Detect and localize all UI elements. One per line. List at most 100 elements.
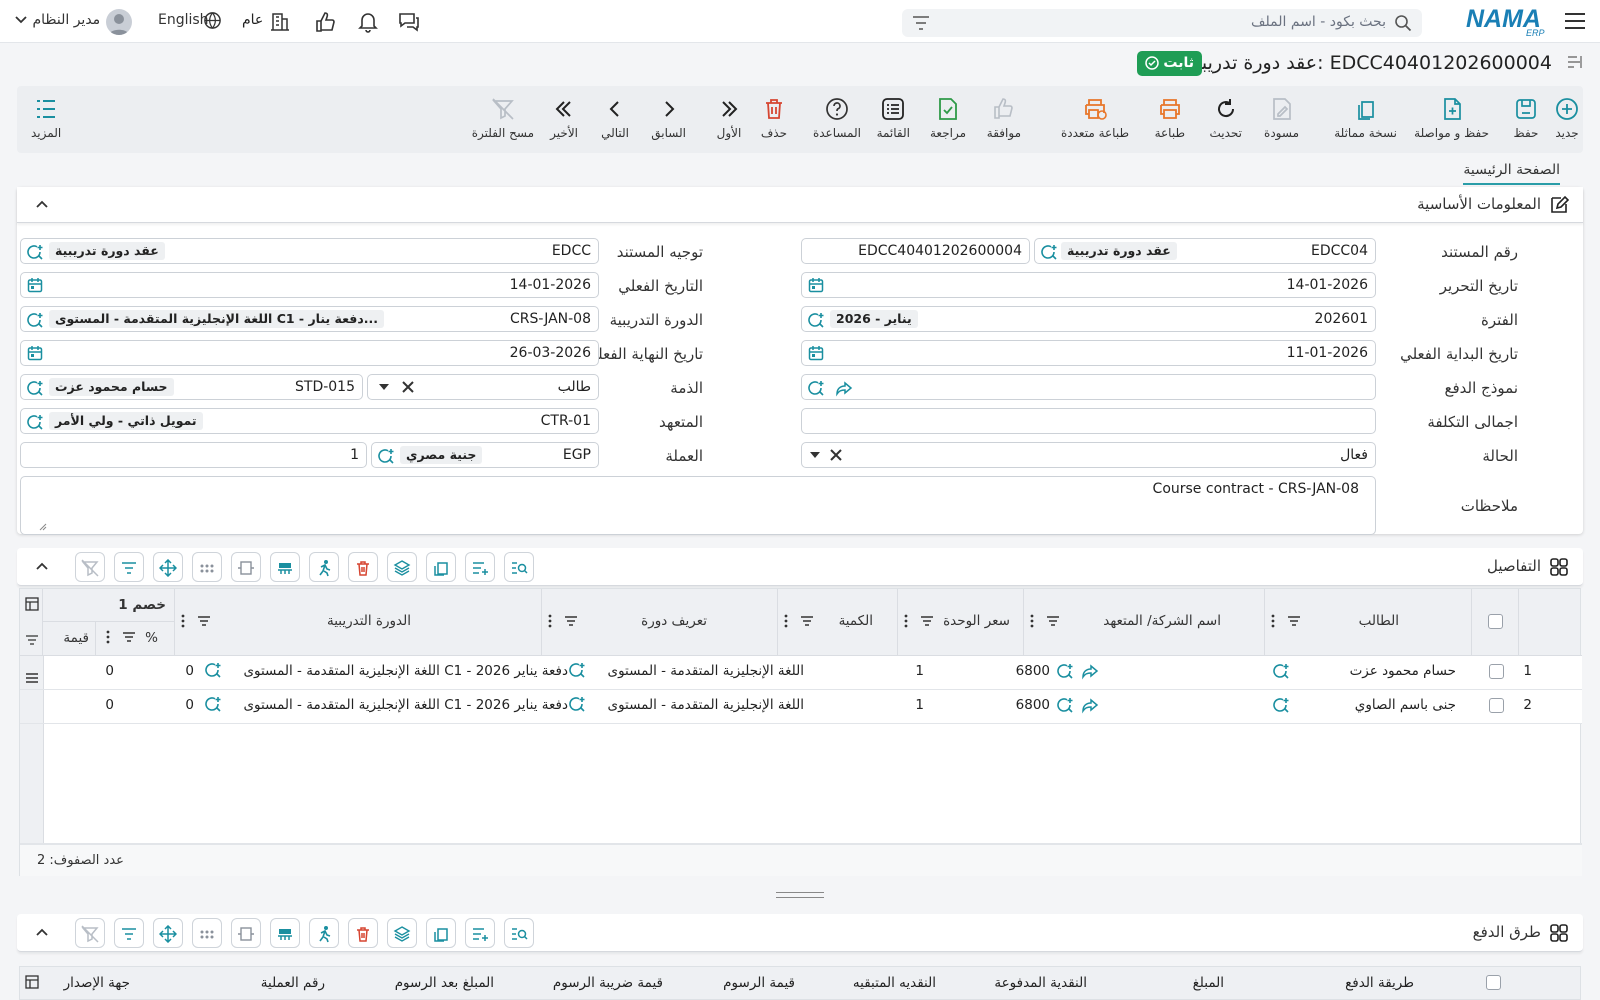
run-icon[interactable]	[309, 552, 339, 582]
save-button[interactable]: حفظ	[1513, 96, 1539, 140]
search-rows-icon[interactable]	[504, 552, 534, 582]
filter-icon[interactable]	[800, 615, 814, 627]
dropdown-icon[interactable]	[809, 451, 821, 459]
layers-icon[interactable]	[387, 918, 417, 948]
general-label[interactable]: عام	[242, 12, 263, 28]
col-amount-after-fees[interactable]: المبلغ بعد الرسوم	[395, 975, 494, 991]
group-icon[interactable]	[270, 552, 300, 582]
lookup-icon[interactable]	[26, 311, 44, 329]
row-checkbox[interactable]	[1489, 698, 1504, 713]
language-switch[interactable]: English	[158, 12, 209, 28]
doc-number-field[interactable]: EDCC40401202600004	[801, 238, 1030, 264]
save-continue-button[interactable]: حفظ و مواصلة	[1414, 96, 1489, 140]
add-row-icon[interactable]	[465, 918, 495, 948]
lookup-icon[interactable]	[1040, 243, 1058, 261]
refresh-button[interactable]: تحديث	[1209, 96, 1242, 140]
col-remaining-cash[interactable]: النقديه المتبقيه	[853, 975, 936, 991]
col-transaction-no[interactable]: رقم العملية	[261, 975, 325, 991]
lookup-icon[interactable]	[1272, 696, 1290, 714]
copy-row-icon[interactable]	[426, 552, 456, 582]
run-icon[interactable]	[309, 918, 339, 948]
draft-button[interactable]: مسودة	[1264, 96, 1299, 140]
col-student[interactable]: الطالب	[1264, 589, 1471, 655]
contractor-field[interactable]: CTR-01 تمويل ذاتي - ولي الأمر	[20, 408, 599, 434]
clear-icon[interactable]	[401, 380, 415, 394]
duplicate-button[interactable]: نسخة مماثلة	[1334, 96, 1397, 140]
doc-code-field[interactable]: EDCC04 عقد دورة تدريبية	[1034, 238, 1376, 264]
filter-icon[interactable]	[564, 615, 578, 627]
col-course[interactable]: الدورة التدريبية	[174, 589, 541, 655]
copy-row-icon[interactable]	[426, 918, 456, 948]
lookup-icon[interactable]	[26, 243, 44, 261]
filter-icon[interactable]	[114, 552, 144, 582]
thumbs-up-icon[interactable]	[314, 11, 336, 33]
lookup-icon[interactable]	[807, 379, 825, 397]
col-discount-pct[interactable]: %	[95, 622, 174, 655]
notes-textarea[interactable]: Course contract - CRS-JAN-08	[20, 476, 1376, 535]
lookup-icon[interactable]	[1056, 696, 1074, 714]
actual-end-field[interactable]: 26-03-2026	[20, 340, 599, 366]
payment-model-field[interactable]	[801, 374, 1376, 400]
total-cost-field[interactable]	[801, 408, 1376, 434]
print-button[interactable]: طباعة	[1155, 96, 1185, 140]
clear-filter-icon[interactable]	[75, 552, 105, 582]
kebab-icon[interactable]	[181, 614, 185, 628]
lookup-icon[interactable]	[568, 695, 586, 713]
chevron-up-icon[interactable]	[35, 927, 49, 937]
user-menu[interactable]: مدير النظام	[14, 12, 100, 28]
table-row[interactable]: 1 حسام محمود عزت 6800 1 اللغة الإنجليزية…	[44, 656, 1582, 689]
share-icon[interactable]	[1081, 662, 1099, 680]
exchange-rate-field[interactable]: 1	[20, 442, 367, 468]
row-checkbox[interactable]	[1489, 664, 1504, 679]
resize-handle-icon[interactable]	[39, 523, 47, 531]
issue-date-field[interactable]: 14-01-2026	[801, 272, 1376, 298]
dots-grid-icon[interactable]	[192, 552, 222, 582]
calendar-icon[interactable]	[808, 345, 824, 361]
table-row[interactable]: 2 جنى باسم الصاوي 6800 1 اللغة الإنجليزي…	[44, 690, 1582, 723]
calendar-icon[interactable]	[808, 277, 824, 293]
chevron-up-icon[interactable]	[35, 561, 49, 571]
lookup-icon[interactable]	[26, 413, 44, 431]
chevron-up-icon[interactable]	[35, 199, 49, 209]
lookup-icon[interactable]	[1272, 662, 1290, 680]
clear-filter-icon[interactable]	[75, 918, 105, 948]
col-amount[interactable]: المبلغ	[1193, 975, 1224, 991]
dropdown-icon[interactable]	[378, 383, 390, 391]
lookup-icon[interactable]	[377, 447, 395, 465]
table-icon[interactable]	[25, 597, 39, 611]
previous-button[interactable]: السابق	[651, 96, 686, 140]
filter-icon[interactable]	[122, 631, 136, 643]
lookup-icon[interactable]	[204, 661, 222, 679]
share-icon[interactable]	[835, 379, 853, 397]
more-button[interactable]: المزيد	[31, 96, 61, 140]
layers-icon[interactable]	[387, 552, 417, 582]
kebab-icon[interactable]	[548, 614, 552, 628]
avatar[interactable]	[106, 9, 132, 35]
col-course-def[interactable]: تعريف دورة	[541, 589, 777, 655]
delete-row-icon[interactable]	[348, 918, 378, 948]
chat-icon[interactable]	[398, 11, 420, 33]
lookup-icon[interactable]	[26, 379, 44, 397]
currency-field[interactable]: EGP جنية مصري	[371, 442, 599, 468]
group-icon[interactable]	[270, 918, 300, 948]
approve-button[interactable]: موافقة	[987, 96, 1021, 140]
next-button[interactable]: التالي	[601, 96, 629, 140]
move-icon[interactable]	[153, 552, 183, 582]
select-all-checkbox[interactable]	[1486, 975, 1501, 990]
sort-icon[interactable]	[1566, 54, 1584, 70]
actual-start-field[interactable]: 11-01-2026	[801, 340, 1376, 366]
panel-resize-handle[interactable]	[776, 892, 824, 898]
logo[interactable]: NAMA ERP	[1466, 5, 1552, 37]
period-field[interactable]: 202601 2026 - يناير	[801, 306, 1376, 332]
liability-type-select[interactable]: طالب	[367, 374, 599, 400]
clear-icon[interactable]	[829, 448, 843, 462]
status-select[interactable]: فعال	[801, 442, 1376, 468]
liability-field[interactable]: STD-015 حسام محمود عزت	[20, 374, 363, 400]
table-icon[interactable]	[25, 975, 39, 989]
col-quantity[interactable]: الكمية	[777, 589, 897, 655]
lookup-icon[interactable]	[1056, 662, 1074, 680]
filter-icon[interactable]	[25, 633, 39, 647]
col-fees[interactable]: قيمة الرسوم	[723, 975, 795, 991]
kebab-icon[interactable]	[904, 614, 908, 628]
col-paid-cash[interactable]: النقدية المدفوعة	[994, 975, 1087, 991]
